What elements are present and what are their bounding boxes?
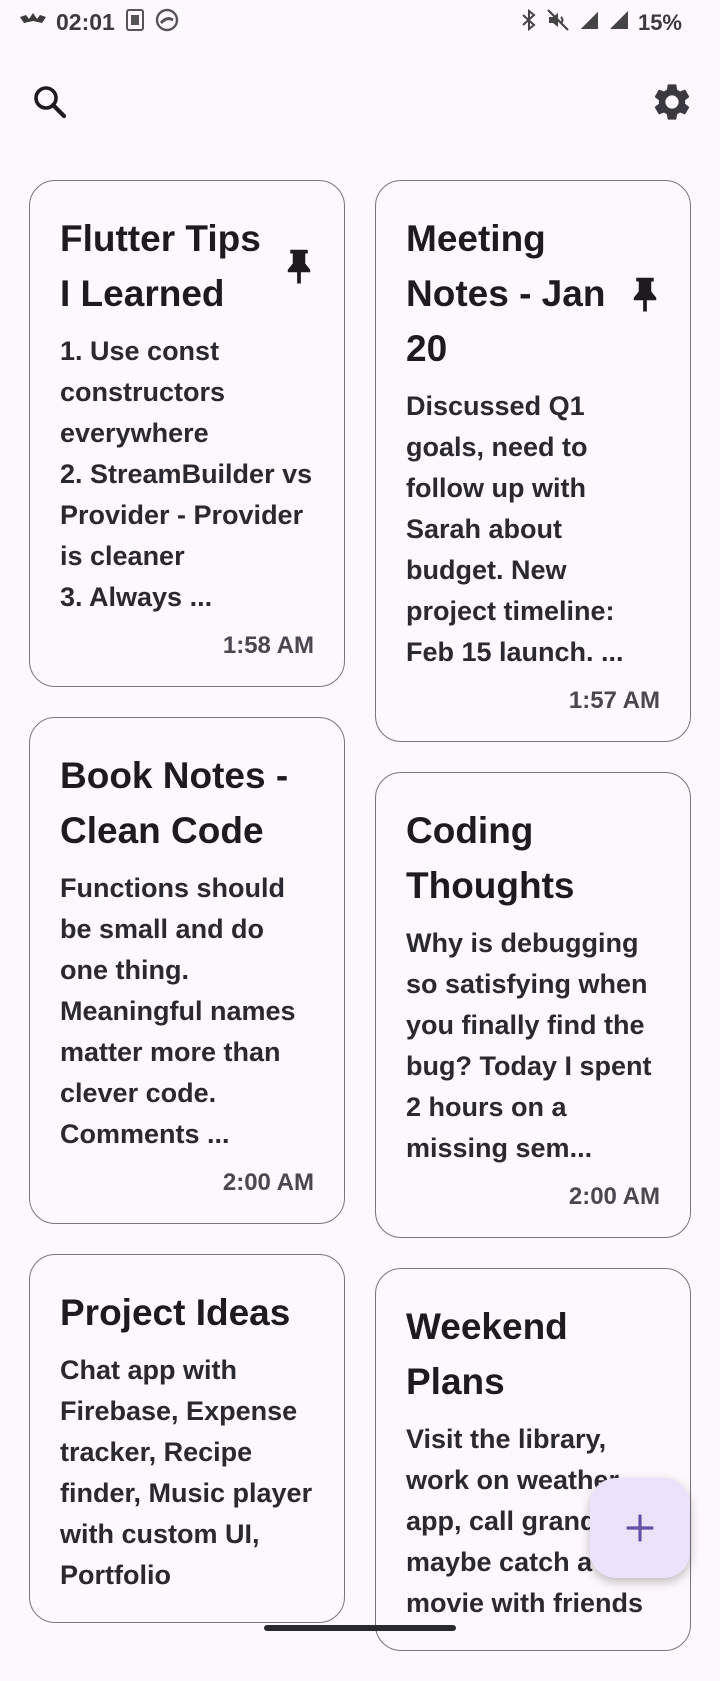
status-time: 02:01 [56,9,115,35]
plus-icon [626,1514,654,1542]
settings-button[interactable] [650,80,694,124]
add-note-button[interactable] [590,1478,690,1578]
messenger-icon [155,8,179,37]
note-time: 2:00 AM [222,1169,314,1196]
note-title: Meeting Notes - Jan 20 [406,218,606,369]
gear-icon [654,84,690,120]
app-bar [0,70,720,130]
note-time: 1:57 AM [568,687,660,714]
note-card[interactable]: Project Ideas Chat app with Firebase, Ex… [29,1254,345,1623]
note-card[interactable]: Flutter Tips I Learned 1. Use const cons… [29,180,345,687]
search-icon [34,86,67,119]
note-time: 1:58 AM [222,632,314,659]
notes-column-left: Flutter Tips I Learned 1. Use const cons… [29,180,345,1653]
signal-icon-2 [608,9,630,36]
note-body: Functions should be small and do one thi… [60,873,296,1149]
notes-column-right: Meeting Notes - Jan 20 Discussed Q1 goal… [375,180,691,1681]
note-card[interactable]: Coding Thoughts Why is debugging so sati… [375,772,691,1238]
note-title: Book Notes - Clean Code [60,755,289,851]
note-title: Flutter Tips I Learned [60,218,261,314]
note-title: Weekend Plans [406,1306,568,1402]
note-title: Project Ideas [60,1292,291,1333]
status-bar: 02:01 15% [0,0,720,48]
bluetooth-icon [520,8,538,37]
signal-icon [578,9,600,36]
bat-icon [20,13,46,32]
note-body: 1. Use const constructors everywhere 2. … [60,336,313,612]
mute-icon [546,8,570,37]
note-time: 2:00 AM [568,1183,660,1210]
battery-percent: 15% [637,9,682,35]
pin-icon [287,249,311,284]
note-body: Discussed Q1 goals, need to follow up wi… [406,391,624,667]
pin-icon [633,277,657,311]
note-card[interactable]: Weekend Plans Visit the library, work on… [375,1268,691,1651]
notification-app-icon [125,9,145,36]
note-card[interactable]: Meeting Notes - Jan 20 Discussed Q1 goal… [375,180,691,742]
note-card[interactable]: Book Notes - Clean Code Functions should… [29,717,345,1224]
note-body: Why is debugging so satisfying when you … [406,928,652,1163]
note-body: Chat app with Firebase, Expense tracker,… [60,1355,313,1590]
home-indicator[interactable] [264,1625,456,1631]
note-title: Coding Thoughts [406,810,575,906]
search-button[interactable] [28,80,72,124]
